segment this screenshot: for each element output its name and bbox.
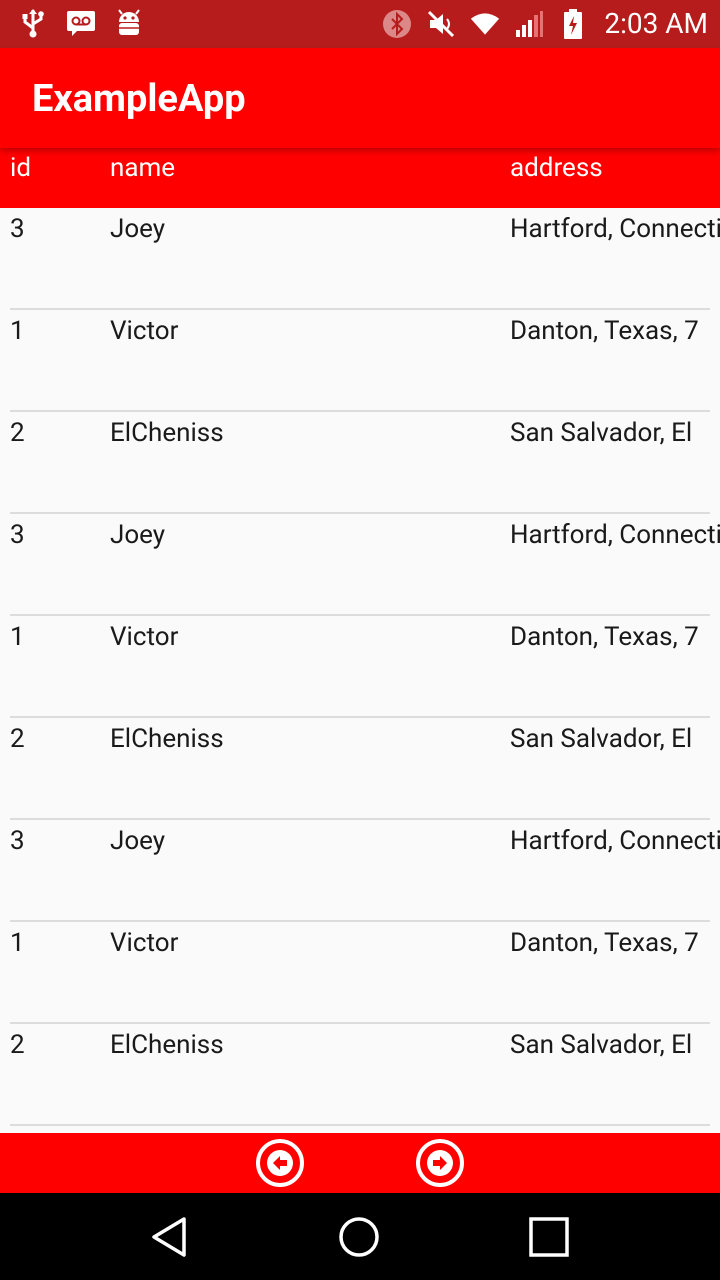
row-divider — [10, 1124, 710, 1126]
home-circle-icon — [339, 1217, 379, 1257]
app-title: ExampleApp — [32, 77, 246, 121]
back-button[interactable] — [148, 1215, 192, 1259]
table-header: id name address — [0, 148, 720, 208]
cell-address: Hartford, Connecticut — [510, 520, 720, 550]
cell-name: Joey — [110, 214, 166, 244]
recents-square-icon — [529, 1217, 569, 1257]
table-row[interactable]: 3 Joey Hartford, Connecticut — [0, 820, 720, 922]
cell-address: San Salvador, El — [510, 724, 693, 754]
cell-id: 1 — [10, 316, 25, 346]
cell-name: ElCheniss — [110, 724, 224, 754]
status-bar: 2:03 AM — [0, 0, 720, 48]
cell-name: Victor — [110, 928, 179, 958]
recents-button[interactable] — [527, 1215, 571, 1259]
table-row[interactable]: 3 Joey Hartford, Connecticut — [0, 208, 720, 310]
table-row[interactable]: 2 ElCheniss San Salvador, El — [0, 718, 720, 820]
cell-id: 2 — [10, 1030, 25, 1060]
cell-address: Hartford, Connecticut — [510, 826, 720, 856]
cell-name: Victor — [110, 316, 179, 346]
signal-icon — [514, 9, 544, 39]
cell-name: Victor — [110, 622, 179, 652]
cell-address: Danton, Texas, 7 — [510, 622, 699, 652]
cell-address: Danton, Texas, 7 — [510, 928, 699, 958]
table-row[interactable]: 2 ElCheniss San Salvador, El — [0, 1024, 720, 1126]
next-page-button[interactable] — [415, 1138, 465, 1188]
table-row[interactable]: 1 Victor Danton, Texas, 7 — [0, 616, 720, 718]
bluetooth-icon — [382, 9, 412, 39]
arrow-right-circle-icon — [416, 1139, 464, 1187]
arrow-left-circle-icon — [256, 1139, 304, 1187]
header-id: id — [10, 153, 31, 183]
cell-address: San Salvador, El — [510, 1030, 693, 1060]
cell-id: 2 — [10, 724, 25, 754]
battery-charging-icon — [558, 9, 588, 39]
cell-id: 3 — [10, 826, 25, 856]
pagination-bar — [0, 1133, 720, 1193]
android-debug-icon — [114, 8, 144, 38]
table-row[interactable]: 2 ElCheniss San Salvador, El — [0, 412, 720, 514]
table-row[interactable]: 3 Joey Hartford, Connecticut — [0, 514, 720, 616]
cell-address: Hartford, Connecticut — [510, 214, 720, 244]
cell-id: 1 — [10, 928, 25, 958]
header-name: name — [110, 153, 176, 183]
cell-name: ElCheniss — [110, 418, 224, 448]
status-time: 2:03 AM — [604, 7, 708, 40]
cell-id: 1 — [10, 622, 25, 652]
voicemail-icon — [66, 8, 96, 38]
wifi-icon — [470, 9, 500, 39]
table-body[interactable]: 3 Joey Hartford, Connecticut 1 Victor Da… — [0, 208, 720, 1132]
cell-id: 2 — [10, 418, 25, 448]
cell-address: San Salvador, El — [510, 418, 693, 448]
table-row[interactable]: 1 Victor Danton, Texas, 7 — [0, 310, 720, 412]
usb-icon — [18, 8, 48, 38]
cell-name: ElCheniss — [110, 1030, 224, 1060]
previous-page-button[interactable] — [255, 1138, 305, 1188]
table-row[interactable]: 1 Victor Danton, Texas, 7 — [0, 922, 720, 1024]
cell-name: Joey — [110, 520, 166, 550]
cell-id: 3 — [10, 214, 25, 244]
home-button[interactable] — [337, 1215, 381, 1259]
back-triangle-icon — [152, 1217, 186, 1257]
cell-name: Joey — [110, 826, 166, 856]
app-bar: ExampleApp — [0, 48, 720, 148]
cell-address: Danton, Texas, 7 — [510, 316, 699, 346]
system-navigation-bar — [0, 1193, 720, 1280]
mute-icon — [426, 9, 456, 39]
header-address: address — [510, 153, 603, 183]
cell-id: 3 — [10, 520, 25, 550]
